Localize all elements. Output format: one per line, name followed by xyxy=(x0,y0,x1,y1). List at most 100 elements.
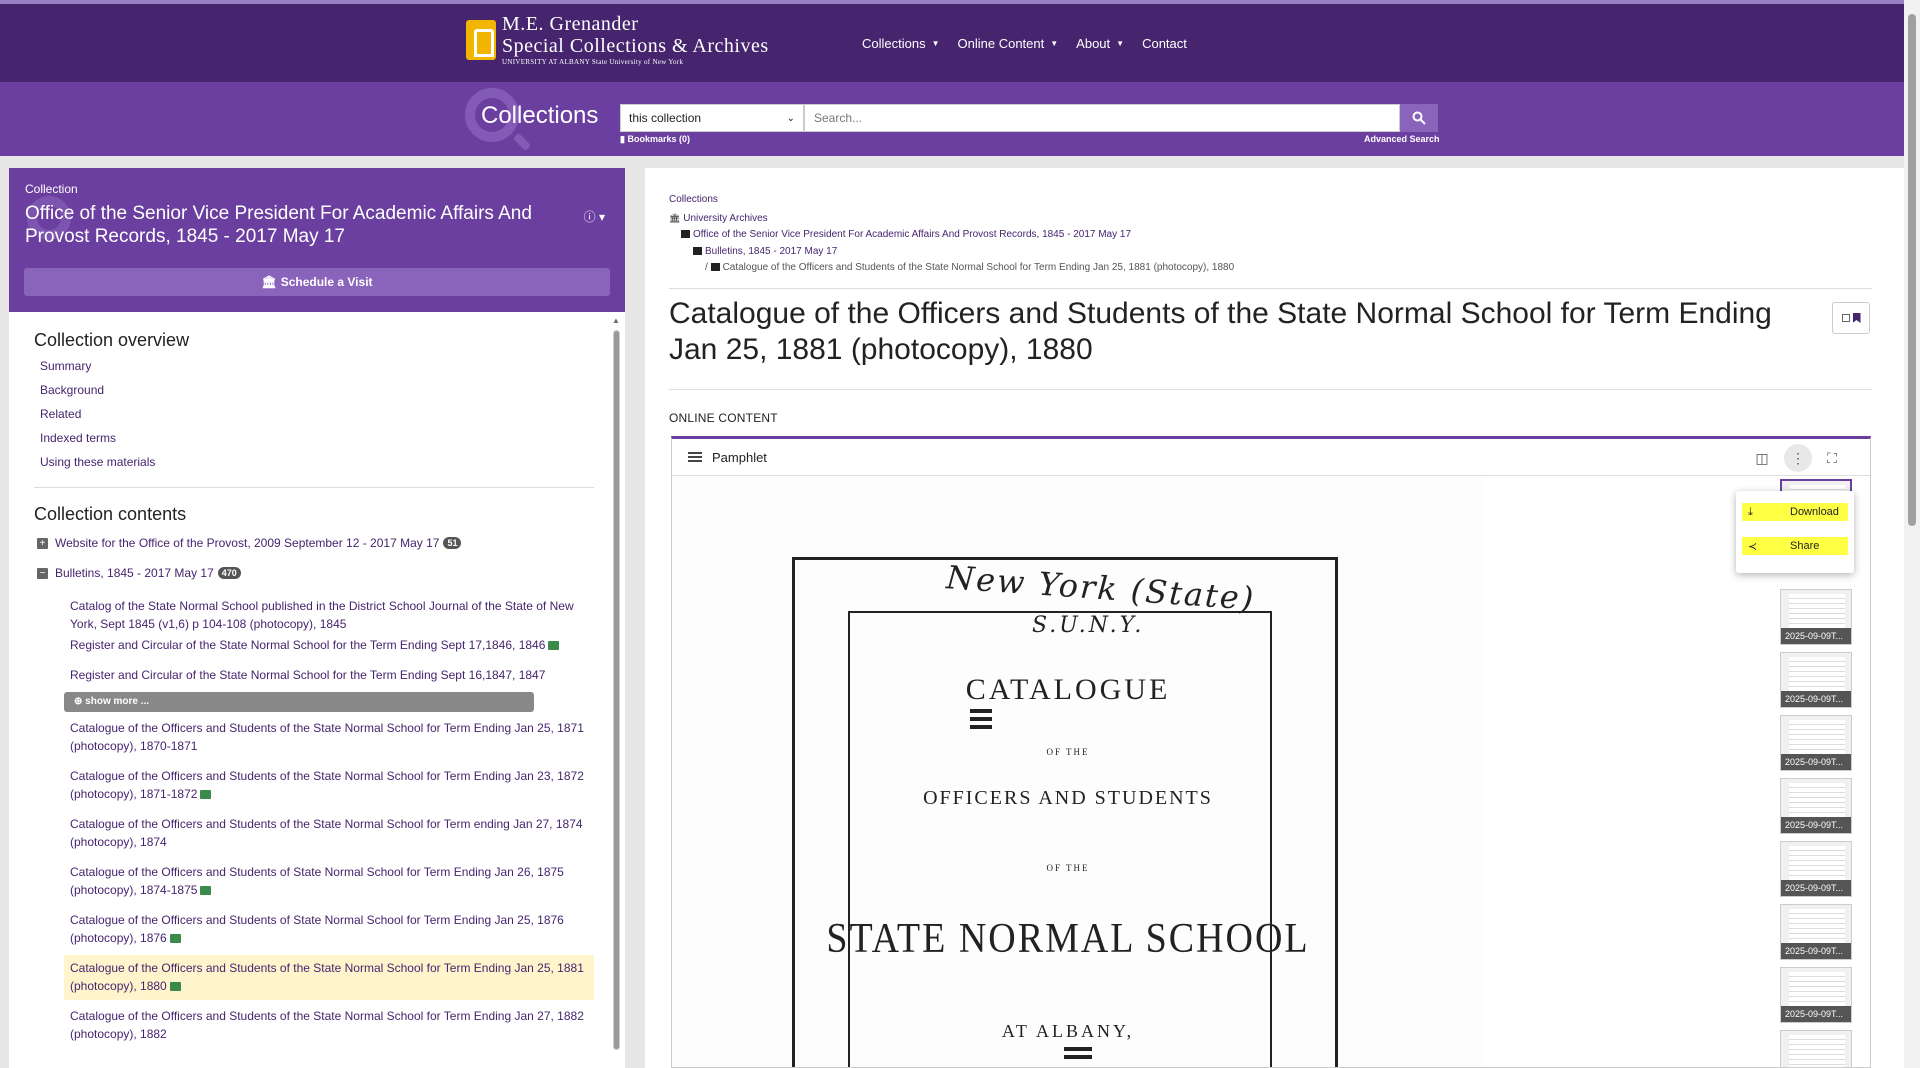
search-scope-value: this collection xyxy=(629,111,702,125)
divider xyxy=(669,389,1872,390)
breadcrumb-label: Catalogue of the Officers and Students o… xyxy=(722,262,1235,273)
overview-link-related[interactable]: Related xyxy=(40,407,81,421)
list-item-label: Register and Circular of the State Norma… xyxy=(70,668,546,682)
page-scrollbar[interactable] xyxy=(1904,0,1920,1068)
logo-line-1: M.E. Grenander xyxy=(502,13,639,35)
list-item[interactable]: Catalog of the State Normal School publi… xyxy=(64,597,594,633)
list-item[interactable]: Catalogue of the Officers and Students o… xyxy=(64,767,594,803)
list-item[interactable]: Register and Circular of the State Norma… xyxy=(64,636,594,654)
search-button[interactable] xyxy=(1400,104,1438,132)
thumbnail-image xyxy=(1789,783,1845,817)
nav-online-content[interactable]: Online Content ▼ xyxy=(958,36,1059,51)
thumbnail[interactable]: 2025-09-09T... xyxy=(1780,841,1852,897)
thumbnail[interactable]: 2025-09-09T... xyxy=(1780,1030,1852,1067)
menu-icon[interactable] xyxy=(688,452,702,462)
list-item[interactable]: Catalogue of the Officers and Students o… xyxy=(64,911,594,947)
show-more-button[interactable]: ⊕ show more ... xyxy=(64,692,534,712)
overview-link-using-materials[interactable]: Using these materials xyxy=(40,455,155,469)
download-label: Download xyxy=(1790,506,1839,518)
more-options-icon[interactable]: ⋮ xyxy=(1784,444,1812,472)
viewer-toolbar: Pamphlet ◫ ⋮ ⛶ xyxy=(672,439,1870,476)
page-scrollbar-thumb[interactable] xyxy=(1908,14,1916,526)
book-view-icon[interactable]: ◫ xyxy=(1752,448,1772,468)
schedule-visit-label: Schedule a Visit xyxy=(280,275,373,289)
document-viewer[interactable]: Pamphlet ◫ ⋮ ⛶ New York (State) S.U.N.Y.… xyxy=(671,436,1871,1068)
share-menu-item[interactable]: ≺ Share xyxy=(1742,537,1848,555)
bookmarks-label: Bookmarks (0) xyxy=(627,134,690,144)
bookmarks-link[interactable]: ▮ Bookmarks (0) xyxy=(620,134,690,145)
caret-down-icon: ▼ xyxy=(1116,39,1125,48)
series-bulletins-label[interactable]: Bulletins, 1845 - 2017 May 17 xyxy=(55,566,214,580)
list-item-label: Catalogue of the Officers and Students o… xyxy=(70,913,564,945)
collapse-minus-icon[interactable]: − xyxy=(37,567,48,579)
overview-link-summary[interactable]: Summary xyxy=(40,359,91,373)
thumbnail[interactable]: 2025-09-09T... xyxy=(1780,967,1852,1023)
thumbnail-label: 2025-09-09T... xyxy=(1781,817,1851,833)
site-logo[interactable]: M.E. Grenander Special Collections & Arc… xyxy=(466,14,769,66)
item-detail-panel: Collections 🏛 University Archives Office… xyxy=(645,168,1910,1068)
chevron-down-icon: ⌄ xyxy=(786,112,795,124)
list-item[interactable]: Catalogue of the Officers and Students o… xyxy=(64,815,594,851)
list-item[interactable]: Catalogue of the Officers and Students o… xyxy=(64,1007,594,1043)
scrollbar-thumb[interactable] xyxy=(613,330,620,1050)
advanced-search-link[interactable]: Advanced Search xyxy=(1364,134,1440,144)
list-item-active[interactable]: Catalogue of the Officers and Students o… xyxy=(64,955,594,1000)
thumbnail-image xyxy=(1789,846,1845,880)
count-badge: 470 xyxy=(217,567,241,579)
thumbnail-label: 2025-09-09T... xyxy=(1781,628,1851,644)
breadcrumb-collection[interactable]: Office of the Senior Vice President For … xyxy=(681,229,1131,240)
bookmark-toggle[interactable] xyxy=(1832,302,1870,334)
thumbnail[interactable]: 2025-09-09T... xyxy=(1780,715,1852,771)
info-dropdown-icon[interactable]: ⓘ ▾ xyxy=(584,208,605,225)
search-input[interactable]: Search... xyxy=(804,104,1400,132)
page-canvas[interactable]: New York (State) S.U.N.Y. CATALOGUE OF T… xyxy=(672,477,1484,1067)
caret-down-icon: ▼ xyxy=(931,39,940,48)
breadcrumb-collections[interactable]: Collections xyxy=(669,194,718,205)
list-item-label: Catalogue of the Officers and Students o… xyxy=(70,721,584,753)
overview-link-indexed-terms[interactable]: Indexed terms xyxy=(40,431,116,445)
list-item-label: Catalogue of the Officers and Students o… xyxy=(70,769,584,801)
collection-sidebar: Collection Office of the Senior Vice Pre… xyxy=(9,168,625,1068)
list-item[interactable]: Catalogue of the Officers and Students o… xyxy=(64,863,594,899)
scan-text-of-the: OF THE xyxy=(1046,747,1090,757)
scroll-up-icon[interactable]: ▲ xyxy=(612,316,620,325)
fullscreen-icon[interactable]: ⛶ xyxy=(1822,448,1842,468)
scan-mark xyxy=(1064,1047,1092,1051)
bookmark-checkbox[interactable] xyxy=(1841,314,1850,322)
collection-eyebrow: Collection xyxy=(25,182,78,196)
list-item[interactable]: Catalogue of the Officers and Students o… xyxy=(64,719,594,755)
collection-scroll-area[interactable]: Collection overview Summary Background R… xyxy=(9,312,625,1068)
thumbnail[interactable]: 2025-09-09T... xyxy=(1780,778,1852,834)
bookmark-icon xyxy=(1852,313,1861,323)
series-website[interactable]: + Website for the Office of the Provost,… xyxy=(37,536,462,550)
nav-collections[interactable]: Collections ▼ xyxy=(862,36,940,51)
nav-contact[interactable]: Contact xyxy=(1142,36,1187,51)
thumbnail[interactable]: 2025-09-09T... xyxy=(1780,652,1852,708)
thumbnail[interactable]: 2025-09-09T... xyxy=(1780,589,1852,645)
schedule-visit-button[interactable]: 🏛 Schedule a Visit xyxy=(24,268,610,296)
thumbnail-label: 2025-09-09T... xyxy=(1781,691,1851,707)
search-scope-select[interactable]: this collection ⌄ xyxy=(620,104,804,132)
expand-plus-icon[interactable]: + xyxy=(37,537,48,549)
series-bulletins[interactable]: − Bulletins, 1845 - 2017 May 17 470 xyxy=(37,566,241,580)
bookmark-icon: ▮ xyxy=(620,134,625,144)
overview-link-background[interactable]: Background xyxy=(40,383,104,397)
sidebar-scrollbar[interactable]: ▲ xyxy=(611,316,621,1068)
section-title: Collections xyxy=(481,102,599,129)
folder-icon xyxy=(710,263,720,271)
scan-mark xyxy=(970,717,992,721)
breadcrumb-university-archives[interactable]: 🏛 University Archives xyxy=(669,213,768,224)
thumbnail[interactable]: 2025-09-09T... xyxy=(1780,904,1852,960)
breadcrumb-series[interactable]: Bulletins, 1845 - 2017 May 17 xyxy=(693,246,837,257)
download-menu-item[interactable]: ⤓ Download xyxy=(1742,503,1848,521)
digital-object-icon xyxy=(200,790,212,800)
logo-text: M.E. Grenander Special Collections & Arc… xyxy=(502,14,769,66)
collection-title[interactable]: Office of the Senior Vice President For … xyxy=(25,202,565,248)
series-website-label[interactable]: Website for the Office of the Provost, 2… xyxy=(55,536,439,550)
logo-line-2: Special Collections & Archives xyxy=(502,35,769,57)
building-icon: 🏛 xyxy=(261,275,277,289)
scan-mark xyxy=(1064,1055,1092,1059)
logo-emblem-icon xyxy=(466,20,496,60)
list-item[interactable]: Register and Circular of the State Norma… xyxy=(64,666,594,684)
nav-about[interactable]: About ▼ xyxy=(1076,36,1124,51)
